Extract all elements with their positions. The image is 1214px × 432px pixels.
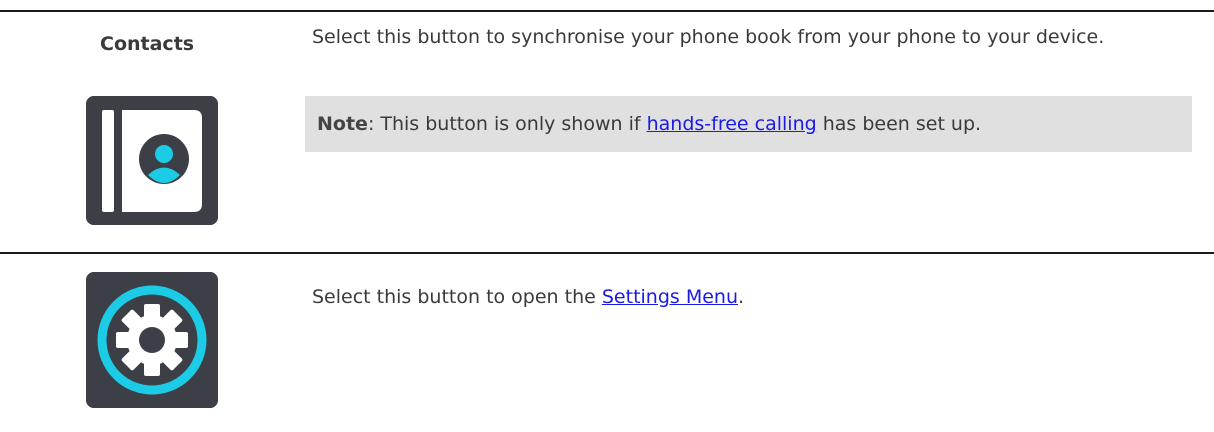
contacts-description: Select this button to synchronise your p… xyxy=(312,26,1105,48)
note-text-before: : This button is only shown if xyxy=(367,113,647,135)
contacts-label: Contacts xyxy=(100,33,195,55)
settings-menu-link[interactable]: Settings Menu xyxy=(602,286,738,308)
settings-text-before: Select this button to open the xyxy=(312,286,602,308)
settings-gear-icon xyxy=(86,272,218,408)
top-divider xyxy=(0,10,1214,12)
contacts-book-icon xyxy=(86,96,218,225)
hands-free-calling-link[interactable]: hands-free calling xyxy=(647,113,817,135)
settings-button[interactable] xyxy=(86,272,218,408)
note-text-after: has been set up. xyxy=(816,113,982,135)
note-box: Note: This button is only shown if hands… xyxy=(305,96,1192,152)
settings-description: Select this button to open the Settings … xyxy=(312,284,1192,310)
settings-text-after: . xyxy=(738,286,745,308)
note-prefix: Note xyxy=(317,113,368,135)
contacts-button[interactable] xyxy=(86,96,218,225)
middle-divider xyxy=(0,252,1214,254)
